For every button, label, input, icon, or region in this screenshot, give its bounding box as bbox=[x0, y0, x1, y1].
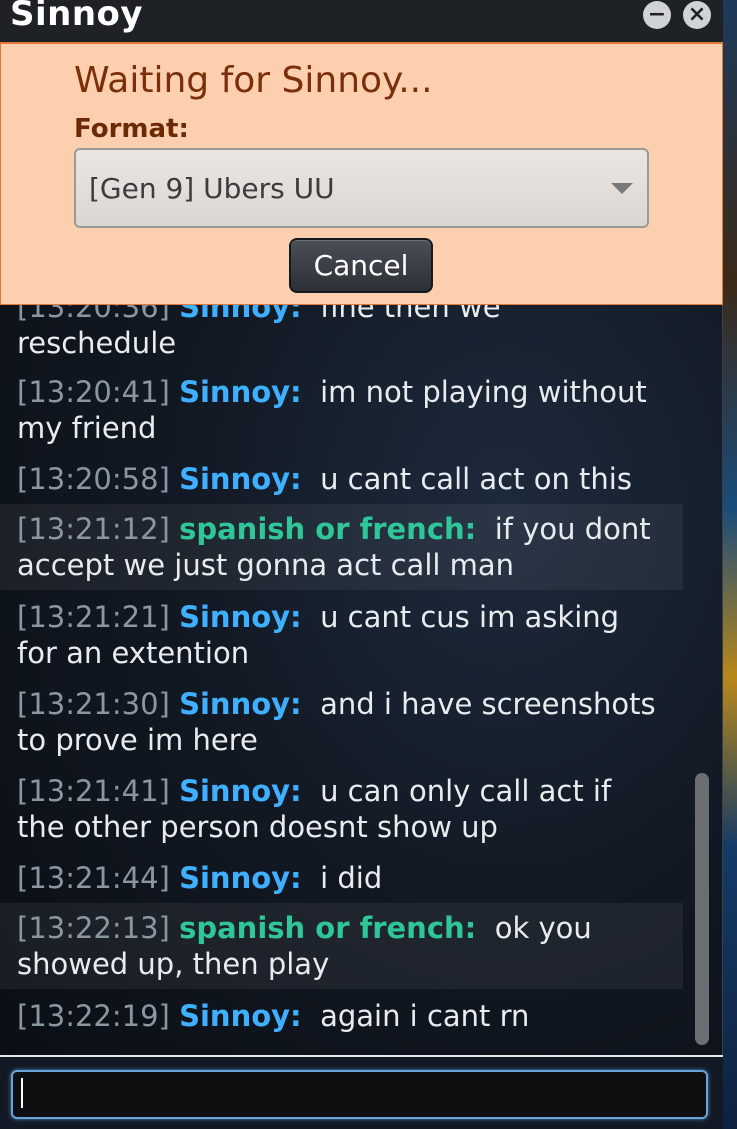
chat-message: [13:20:36] Sinnoy: fine then we reschedu… bbox=[0, 305, 683, 361]
message-timestamp: [13:21:12] bbox=[17, 512, 170, 546]
chat-scrollbar[interactable] bbox=[695, 773, 709, 1045]
chat-input[interactable] bbox=[11, 1070, 708, 1119]
message-username[interactable]: Sinnoy: bbox=[179, 774, 302, 808]
message-username[interactable]: Sinnoy: bbox=[179, 462, 302, 496]
format-label: Format: bbox=[74, 114, 189, 144]
message-timestamp: [13:22:13] bbox=[17, 911, 170, 945]
message-username[interactable]: spanish or french: bbox=[179, 911, 476, 945]
message-text: u cant call act on this bbox=[320, 462, 632, 496]
cancel-button[interactable]: Cancel bbox=[289, 238, 433, 293]
message-timestamp: [13:21:21] bbox=[17, 600, 170, 634]
message-username[interactable]: spanish or french: bbox=[179, 512, 476, 546]
message-timestamp: [13:20:41] bbox=[17, 375, 170, 409]
format-value: [Gen 9] Ubers UU bbox=[89, 172, 335, 205]
message-username[interactable]: Sinnoy: bbox=[179, 861, 302, 895]
title-bar: Sinnoy − × bbox=[0, 0, 723, 42]
chat-message: [13:21:41] Sinnoy: u can only call act i… bbox=[0, 773, 683, 845]
chat-input-area bbox=[0, 1057, 723, 1129]
challenge-panel: Waiting for Sinnoy... Format: [Gen 9] Ub… bbox=[0, 42, 723, 305]
chat-message: [13:22:19] Sinnoy: again i cant rn bbox=[0, 998, 683, 1034]
message-timestamp: [13:20:36] bbox=[17, 305, 170, 324]
chat-log[interactable]: [13:20:36] Sinnoy: fine then we reschedu… bbox=[0, 305, 685, 1052]
message-username[interactable]: Sinnoy: bbox=[179, 600, 302, 634]
chat-message: [13:21:44] Sinnoy: i did bbox=[0, 860, 683, 896]
chat-message: [13:22:13] spanish or french: ok you sho… bbox=[0, 903, 683, 989]
chat-message: [13:21:12] spanish or french: if you don… bbox=[0, 504, 683, 590]
message-username[interactable]: Sinnoy: bbox=[179, 999, 302, 1033]
message-username[interactable]: Sinnoy: bbox=[179, 375, 302, 409]
close-button[interactable]: × bbox=[683, 1, 711, 29]
message-timestamp: [13:21:44] bbox=[17, 861, 170, 895]
format-select[interactable]: [Gen 9] Ubers UU bbox=[74, 148, 649, 228]
message-timestamp: [13:21:30] bbox=[17, 687, 170, 721]
message-username[interactable]: Sinnoy: bbox=[179, 687, 302, 721]
minimize-button[interactable]: − bbox=[643, 1, 671, 29]
window-title: Sinnoy bbox=[10, 0, 144, 34]
chat-message: [13:20:58] Sinnoy: u cant call act on th… bbox=[0, 461, 683, 497]
chat-message: [13:21:21] Sinnoy: u cant cus im asking … bbox=[0, 599, 683, 671]
text-caret bbox=[21, 1078, 23, 1108]
chat-message: [13:21:30] Sinnoy: and i have screenshot… bbox=[0, 686, 683, 758]
message-timestamp: [13:21:41] bbox=[17, 774, 170, 808]
waiting-status: Waiting for Sinnoy... bbox=[74, 60, 433, 101]
close-icon: × bbox=[687, 2, 707, 27]
message-text: i did bbox=[320, 861, 383, 895]
background-art bbox=[723, 0, 737, 1129]
chat-window: Sinnoy − × [13:20:36] Sinnoy: fine then … bbox=[0, 0, 723, 1129]
message-text: again i cant rn bbox=[320, 999, 530, 1033]
message-timestamp: [13:20:58] bbox=[17, 462, 170, 496]
chevron-down-icon bbox=[611, 183, 633, 194]
minimize-icon: − bbox=[647, 2, 667, 27]
message-timestamp: [13:22:19] bbox=[17, 999, 170, 1033]
message-username[interactable]: Sinnoy: bbox=[179, 305, 302, 324]
chat-message: [13:20:41] Sinnoy: im not playing withou… bbox=[0, 374, 683, 446]
